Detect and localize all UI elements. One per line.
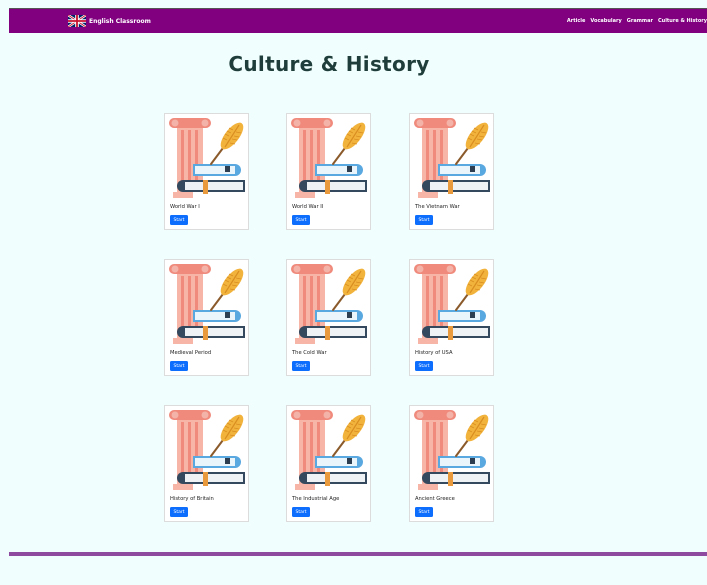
navbar: English Classroom Article Vocabulary Gra… <box>9 9 707 33</box>
card-industrial-age: The Industrial Age Start <box>286 405 371 522</box>
nav-link-article[interactable]: Article <box>567 18 586 24</box>
page-title: Culture & History <box>228 52 430 76</box>
card-medieval-period: Medieval Period Start <box>164 259 249 376</box>
history-illustration-icon <box>167 408 247 492</box>
uk-flag-icon <box>68 15 86 27</box>
nav-link-culture-history[interactable]: Culture & History <box>658 18 707 24</box>
card-title: Medieval Period <box>170 350 212 356</box>
card-title: World War I <box>170 204 200 210</box>
history-illustration-icon <box>289 262 369 346</box>
start-button[interactable]: Start <box>292 215 310 225</box>
card-title: History of Britain <box>170 496 214 502</box>
nav-links: Article Vocabulary Grammar Culture & His… <box>567 9 707 33</box>
card-title: World War II <box>292 204 324 210</box>
history-illustration-icon <box>289 408 369 492</box>
start-button[interactable]: Start <box>170 361 188 371</box>
start-button[interactable]: Start <box>292 507 310 517</box>
card-world-war-1: World War I Start <box>164 113 249 230</box>
card-title: The Vietnam War <box>415 204 460 210</box>
nav-link-grammar[interactable]: Grammar <box>627 18 653 24</box>
card-title: Ancient Greece <box>415 496 455 502</box>
card-title: History of USA <box>415 350 453 356</box>
start-button[interactable]: Start <box>170 215 188 225</box>
history-illustration-icon <box>167 262 247 346</box>
start-button[interactable]: Start <box>415 507 433 517</box>
history-illustration-icon <box>167 116 247 200</box>
brand-link[interactable]: English Classroom <box>68 14 151 28</box>
card-history-of-usa: History of USA Start <box>409 259 494 376</box>
brand-name: English Classroom <box>89 17 151 25</box>
card-cold-war: The Cold War Start <box>286 259 371 376</box>
history-illustration-icon <box>412 116 492 200</box>
start-button[interactable]: Start <box>415 361 433 371</box>
card-vietnam-war: The Vietnam War Start <box>409 113 494 230</box>
history-illustration-icon <box>412 262 492 346</box>
footer-bar <box>9 552 707 556</box>
card-world-war-2: World War II Start <box>286 113 371 230</box>
card-title: The Cold War <box>292 350 327 356</box>
start-button[interactable]: Start <box>292 361 310 371</box>
card-title: The Industrial Age <box>292 496 340 502</box>
start-button[interactable]: Start <box>170 507 188 517</box>
card-history-of-britain: History of Britain Start <box>164 405 249 522</box>
history-illustration-icon <box>289 116 369 200</box>
nav-link-vocabulary[interactable]: Vocabulary <box>590 18 621 24</box>
history-illustration-icon <box>412 408 492 492</box>
card-ancient-greece: Ancient Greece Start <box>409 405 494 522</box>
start-button[interactable]: Start <box>415 215 433 225</box>
